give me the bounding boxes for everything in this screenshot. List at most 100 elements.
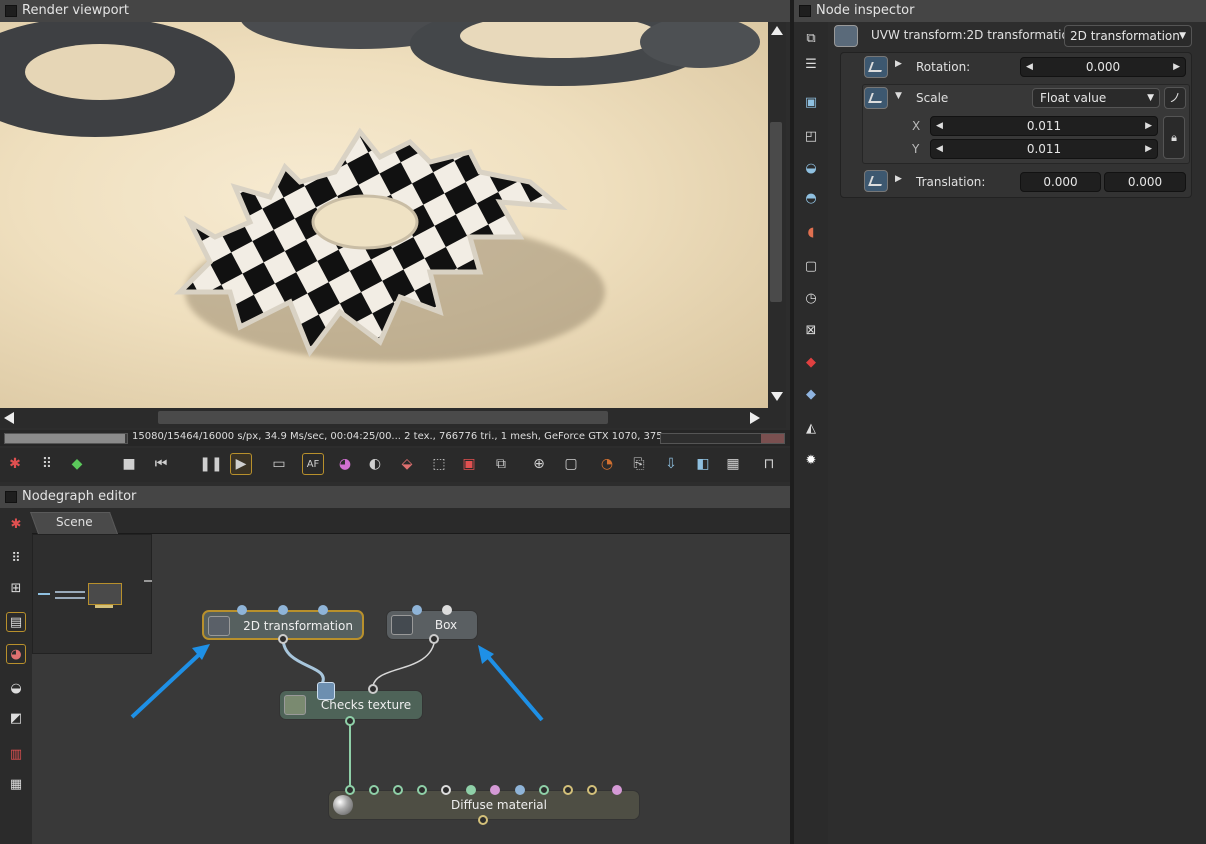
nodegraph-canvas[interactable]: 2D transformation Box Checks texture Dif… (32, 534, 790, 844)
rotation-anim-button[interactable] (864, 56, 888, 78)
landscape-icon[interactable]: ◭ (801, 418, 821, 438)
translation-expand-icon[interactable]: ▶ (895, 174, 902, 184)
gauge-icon[interactable]: ◔ (596, 453, 618, 475)
geometry-node-icon[interactable]: ◒ (6, 678, 26, 698)
scale-collapse-icon[interactable]: ▼ (895, 91, 902, 101)
scale-mode-dropdown[interactable]: Float value ▼ (1032, 88, 1160, 108)
material-node-icon[interactable]: ◕ (6, 644, 26, 664)
input-pin[interactable] (442, 605, 452, 615)
export-icon[interactable]: ⇩ (660, 453, 682, 475)
pause-icon[interactable]: ❚❚ (199, 453, 222, 475)
pick-material-icon[interactable]: ⬙ (396, 453, 418, 475)
input-pin[interactable] (369, 785, 379, 795)
arrange-nodes-icon[interactable]: ⠿ (6, 548, 26, 568)
input-pin[interactable] (563, 785, 573, 795)
region-icon[interactable]: ⧉ (490, 453, 512, 475)
film-icon[interactable]: ▢ (801, 256, 821, 276)
input-pin[interactable] (393, 785, 403, 795)
input-pin[interactable] (368, 684, 378, 694)
lock-icon[interactable]: ⊓ (758, 453, 780, 475)
scroll-down-icon[interactable] (771, 392, 783, 401)
pick-object-icon[interactable]: ⬚ (428, 453, 450, 475)
decrement-icon[interactable]: ◀ (1026, 58, 1033, 76)
scroll-up-icon[interactable] (771, 26, 783, 35)
rotation-expand-icon[interactable]: ▶ (895, 59, 902, 69)
texture-node-icon[interactable]: ▤ (6, 612, 26, 632)
curve-icon[interactable]: ノ (1164, 87, 1186, 109)
rotation-field[interactable]: ◀ 0.000 ▶ (1020, 57, 1186, 77)
translation-anim-button[interactable] (864, 170, 888, 192)
scale-x-field[interactable]: ◀ 0.011 ▶ (930, 116, 1158, 136)
input-pin[interactable] (417, 785, 427, 795)
input-node-icon[interactable]: ▥ (6, 744, 26, 764)
pick-focus-icon[interactable]: ▣ (458, 453, 480, 475)
collapse-icon[interactable]: ☰ (801, 54, 821, 74)
scroll-right-icon[interactable] (750, 412, 760, 424)
blue-cube-icon[interactable]: ◆ (801, 384, 821, 404)
clear-graph-icon[interactable]: ✱ (6, 514, 26, 534)
input-pin[interactable] (539, 785, 549, 795)
input-pin[interactable] (278, 605, 288, 615)
input-pin[interactable] (587, 785, 597, 795)
input-pin[interactable] (345, 785, 355, 795)
grid-nodes-icon[interactable]: ⊞ (6, 578, 26, 598)
node-type-dropdown[interactable]: 2D transformation ▼ (1064, 25, 1192, 47)
color-wheel-icon[interactable]: ◕ (334, 453, 356, 475)
render-passes-icon[interactable]: ⊠ (801, 320, 821, 340)
cube-icon[interactable]: ◧ (692, 453, 714, 475)
pin-node-icon[interactable]: ⧉ (801, 28, 821, 48)
viewport-hscrollbar[interactable] (0, 408, 786, 428)
autofocus-icon[interactable]: AF (302, 453, 324, 475)
output-pin[interactable] (278, 634, 288, 644)
translation-x-field[interactable]: 0.000 (1020, 172, 1101, 192)
scale-anim-button[interactable] (864, 87, 888, 109)
hscroll-thumb[interactable] (158, 411, 608, 424)
increment-icon[interactable]: ▶ (1145, 117, 1152, 135)
decrement-icon[interactable]: ◀ (936, 140, 943, 158)
input-pin[interactable] (237, 605, 247, 615)
viewport-vscrollbar[interactable] (768, 22, 786, 408)
image-icon[interactable]: ▣ (801, 92, 821, 112)
light-icon[interactable]: ✹ (801, 450, 821, 470)
monitor-icon[interactable]: ▭ (268, 453, 290, 475)
color-cube-icon[interactable]: ◆ (66, 453, 88, 475)
input-pin[interactable] (612, 785, 622, 795)
environment-icon[interactable]: ◒ (801, 158, 821, 178)
vscroll-thumb[interactable] (770, 122, 782, 302)
table-node-icon[interactable]: ▦ (6, 774, 26, 794)
sphere-icon[interactable]: ◐ (364, 453, 386, 475)
transform-node-icon[interactable]: ◩ (6, 708, 26, 728)
input-pin[interactable] (490, 785, 500, 795)
input-pin[interactable] (318, 605, 328, 615)
output-pin[interactable] (429, 634, 439, 644)
increment-icon[interactable]: ▶ (1173, 58, 1180, 76)
input-pin-selected[interactable] (317, 682, 335, 700)
play-icon[interactable]: ▶ (230, 453, 252, 475)
output-pin[interactable] (345, 716, 355, 726)
material-icon[interactable]: ◖ (801, 222, 821, 242)
snapshot-icon[interactable]: ▦ (722, 453, 744, 475)
visible-env-icon[interactable]: ◓ (801, 188, 821, 208)
red-cube-icon[interactable]: ◆ (801, 352, 821, 372)
scale-y-field[interactable]: ◀ 0.011 ▶ (930, 139, 1158, 159)
output-pin[interactable] (478, 815, 488, 825)
translation-y-field[interactable]: 0.000 (1104, 172, 1186, 192)
arrange-icon[interactable]: ⠿ (36, 453, 58, 475)
increment-icon[interactable]: ▶ (1145, 140, 1152, 158)
input-pin[interactable] (515, 785, 525, 795)
input-pin[interactable] (441, 785, 451, 795)
render-image[interactable] (0, 22, 768, 408)
restart-icon[interactable]: ⏮ (150, 453, 172, 475)
camera-icon[interactable]: ◰ (801, 126, 821, 146)
stop-icon[interactable]: ■ (118, 453, 140, 475)
scroll-left-icon[interactable] (4, 412, 14, 424)
copy-icon[interactable]: ⎘ (628, 453, 650, 475)
clear-scene-icon[interactable]: ✱ (4, 453, 26, 475)
clock-icon[interactable]: ◷ (801, 288, 821, 308)
decrement-icon[interactable]: ◀ (936, 117, 943, 135)
input-pin[interactable] (412, 605, 422, 615)
input-pin[interactable] (466, 785, 476, 795)
lock-aspect-icon[interactable]: 🔒︎ (1163, 116, 1185, 159)
zoom-icon[interactable]: ⊕ (528, 453, 550, 475)
film-region-icon[interactable]: ▢ (560, 453, 582, 475)
